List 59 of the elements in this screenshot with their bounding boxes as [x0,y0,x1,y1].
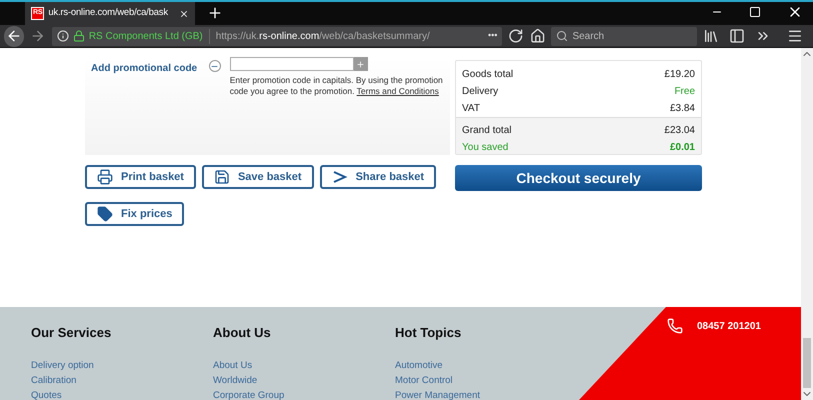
footer-link[interactable]: About Us [213,358,395,372]
summary-label: Delivery [462,85,498,99]
maximize-icon[interactable] [749,6,761,18]
search-field[interactable]: Search [551,26,698,46]
lock-icon [72,30,85,42]
checkout-button[interactable]: Checkout securely [455,165,702,191]
url-text: https://uk.rs-online.com/web/ca/basketsummary/ [214,30,430,44]
summary-value: £19.20 [664,68,695,82]
terms-link[interactable]: Terms and Conditions [356,86,439,96]
phone-number: 08457 201201 [697,320,761,334]
footer-link[interactable]: Corporate Group [213,388,395,400]
site-identity: RS Components Ltd (GB) [88,28,210,44]
footer-link[interactable]: Quotes [31,388,213,400]
footer-link[interactable]: Automotive [395,358,577,372]
footer-heading: Our Services [31,324,112,342]
action-button[interactable]: Print basket [85,165,196,189]
new-tab-icon[interactable] [207,5,223,21]
promo-label: Add promotional code [91,62,198,76]
library-icon[interactable] [703,28,720,44]
share-icon [332,169,348,185]
footer-heading: Hot Topics [395,324,462,342]
printer-icon [97,169,113,185]
back-button[interactable] [4,26,24,46]
footer-link[interactable]: Worldwide [213,372,395,388]
plus-icon [356,60,366,68]
promo-help-text: Enter promotion code in capitals. By using the promotion code you agree to the promotion. Terms and Conditions [230,75,444,97]
action-button[interactable]: Save basket [202,165,314,189]
summary-value: Free [674,85,695,99]
total-label: Grand total [462,124,512,138]
search-icon [556,30,568,42]
footer-link[interactable]: Delivery option [31,358,213,372]
home-icon[interactable] [530,28,546,44]
summary-value: £3.84 [670,102,695,116]
promo-code-input[interactable] [230,57,354,71]
sidebar-icon[interactable] [729,28,746,44]
total-value: £0.01 [670,141,695,155]
menu-icon[interactable] [787,28,804,44]
summary-label: Goods total [462,68,514,82]
address-bar[interactable]: RS Components Ltd (GB) https://uk.rs-online.com/web/ca/basketsummary/ ••• [52,26,502,46]
total-label: You saved [462,141,508,155]
scrollbar-thumb[interactable] [803,338,811,388]
close-icon[interactable] [179,8,189,18]
forward-icon[interactable] [30,28,46,44]
footer-link[interactable]: Motor Control [395,372,577,388]
total-value: £23.04 [664,124,695,138]
tag-icon [97,206,113,222]
summary-label: VAT [462,102,480,116]
search-placeholder: Search [572,30,604,44]
action-button[interactable]: Share basket [320,165,436,189]
info-icon [56,30,69,42]
footer-link[interactable]: Power Management [395,388,577,400]
reload-icon[interactable] [508,28,524,44]
footer-link[interactable]: Calibration [31,372,213,388]
action-button[interactable]: Fix prices [85,202,184,226]
footer-heading: About Us [213,324,272,342]
tab-title: uk.rs-online.com/web/ca/bask [48,6,168,20]
more-icon[interactable]: ••• [488,29,498,43]
phone-icon [667,318,683,334]
collapse-button[interactable] [209,60,221,72]
